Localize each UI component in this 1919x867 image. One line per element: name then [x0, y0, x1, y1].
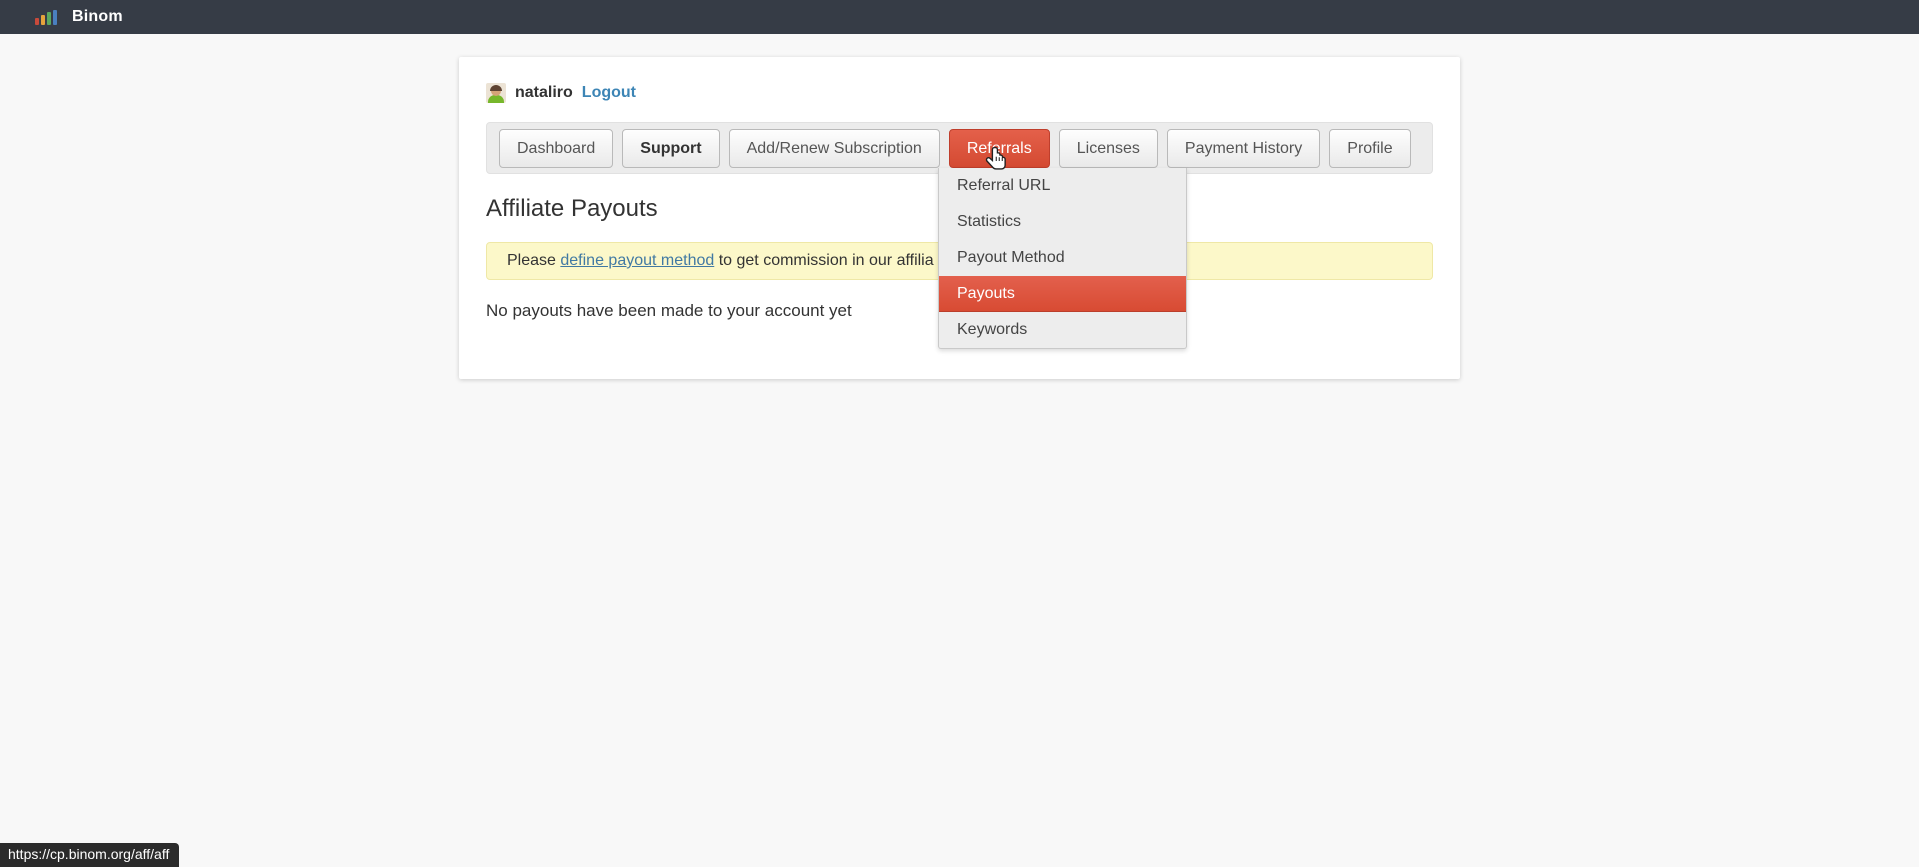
user-row: nataliro Logout: [486, 82, 1433, 104]
username: nataliro: [515, 84, 573, 102]
notice-text-prefix: Please: [507, 252, 560, 270]
main-card: nataliro Logout Dashboard Support Add/Re…: [459, 57, 1460, 379]
menu-item-statistics[interactable]: Statistics: [939, 204, 1186, 240]
menu-item-payouts[interactable]: Payouts: [939, 276, 1186, 312]
nav-add-renew-subscription-button[interactable]: Add/Renew Subscription: [729, 129, 940, 168]
topbar: Binom: [0, 0, 1919, 34]
nav-profile-button[interactable]: Profile: [1329, 129, 1410, 168]
referrals-dropdown-menu: Referral URL Statistics Payout Method Pa…: [938, 168, 1187, 349]
nav-licenses-button[interactable]: Licenses: [1059, 129, 1158, 168]
nav-dashboard-button[interactable]: Dashboard: [499, 129, 613, 168]
hand-pointer-cursor: [984, 146, 1010, 176]
bar-chart-icon: [35, 10, 57, 25]
page: { "topbar": { "brand": "Binom" }, "user"…: [0, 0, 1919, 867]
nav-support-button[interactable]: Support: [622, 129, 719, 168]
menu-item-payout-method[interactable]: Payout Method: [939, 240, 1186, 276]
link-preview-statusbar: https://cp.binom.org/aff/aff: [0, 843, 179, 867]
person-avatar-icon: [486, 83, 506, 103]
menu-item-referral-url[interactable]: Referral URL: [939, 168, 1186, 204]
logout-link[interactable]: Logout: [582, 84, 636, 102]
brand-title: Binom: [72, 8, 123, 26]
define-payout-method-link[interactable]: define payout method: [560, 252, 714, 270]
menu-item-keywords[interactable]: Keywords: [939, 312, 1186, 348]
main-nav: Dashboard Support Add/Renew Subscription…: [486, 122, 1433, 174]
notice-text-suffix: to get commission in our affilia: [714, 252, 933, 270]
nav-payment-history-button[interactable]: Payment History: [1167, 129, 1320, 168]
